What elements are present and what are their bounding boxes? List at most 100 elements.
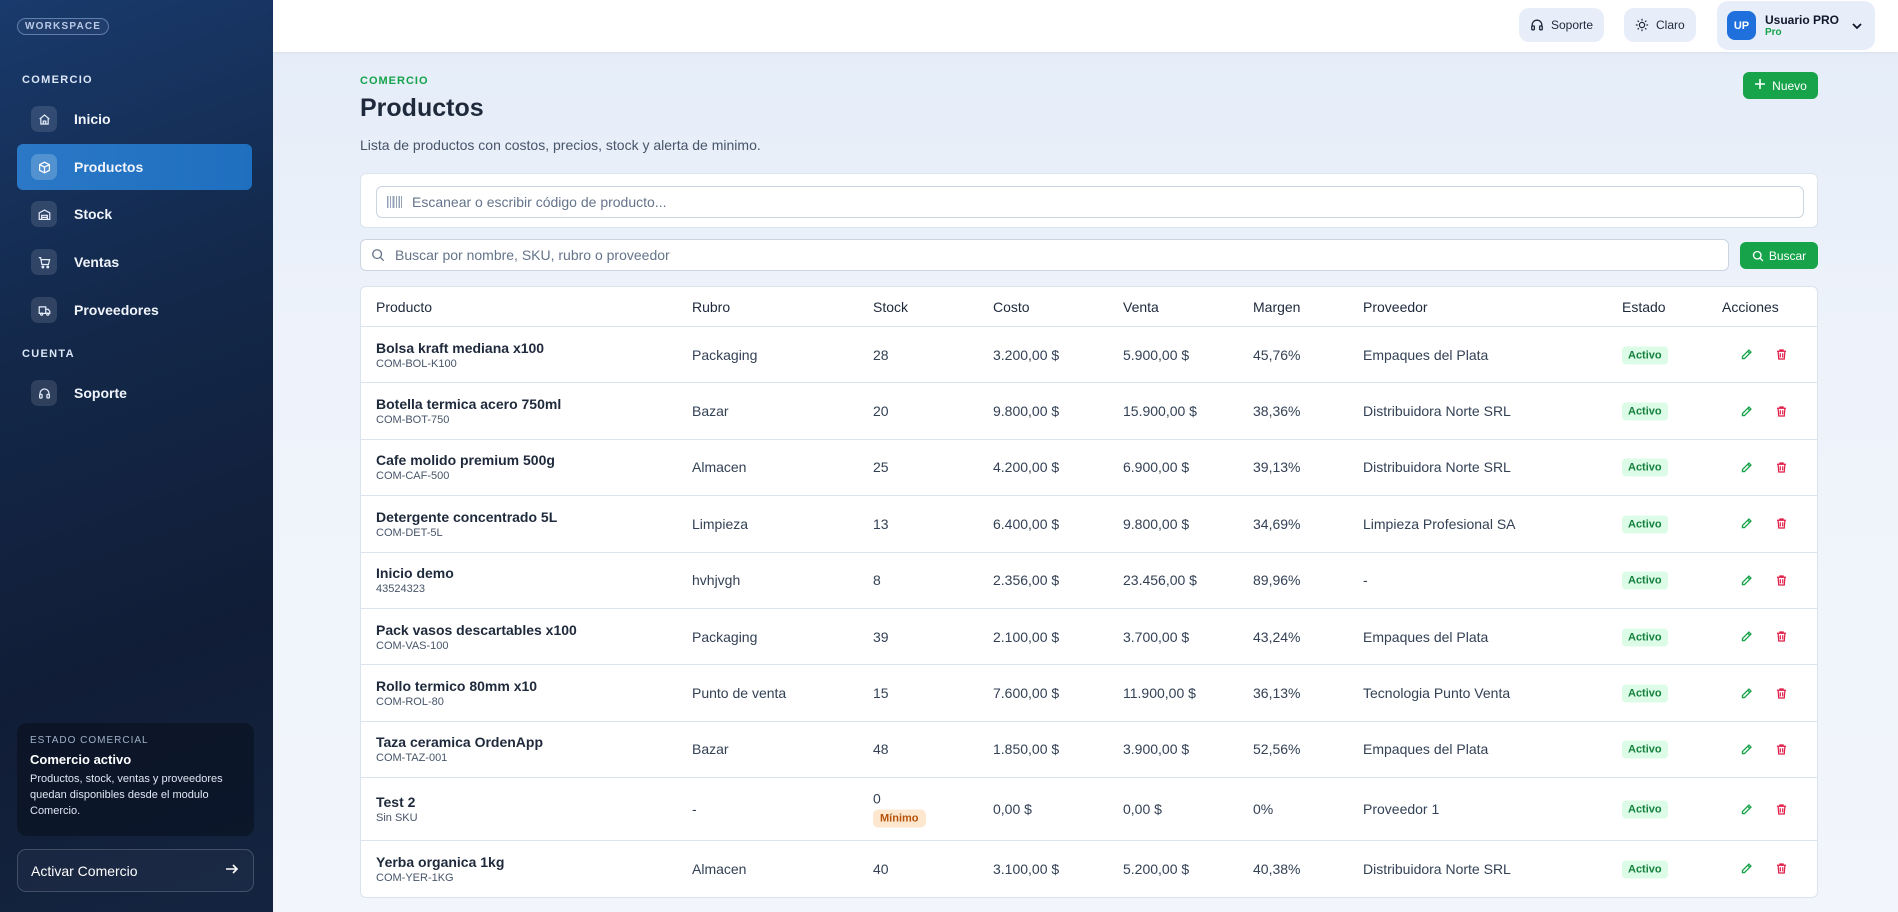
product-name: Botella termica acero 750ml [376,396,562,413]
edit-icon[interactable] [1738,572,1754,588]
proveedor-cell: Proveedor 1 [1363,801,1440,818]
status-cell: Activo [1622,514,1668,534]
venta-cell: 6.900,00 $ [1123,459,1190,476]
search-icon [371,248,385,262]
status-badge: Activo [1622,628,1668,647]
status-description: Productos, stock, ventas y proveedores q… [30,773,223,817]
product-cell: Pack vasos descartables x100 COM-VAS-100 [376,621,577,653]
stock-cell: 13 [873,516,889,532]
scan-placeholder: Escanear o escribir código de producto..… [412,194,667,210]
venta-cell: 11.900,00 $ [1123,685,1196,702]
stock-cell: 15 [873,685,889,701]
trash-icon[interactable] [1773,516,1789,532]
edit-icon[interactable] [1738,459,1754,475]
status-cell: Activo [1622,402,1668,421]
trash-icon[interactable] [1773,861,1789,877]
trash-icon[interactable] [1773,801,1789,817]
column-header: Estado [1622,298,1666,315]
product-name: Detergente concentrado 5L [376,508,558,525]
proveedor-cell: Distribuidora Norte SRL [1363,860,1511,877]
avatar: UP [1727,11,1756,40]
sidebar-item-label: Inicio [74,111,111,127]
sidebar-item-soporte[interactable]: Soporte [17,370,252,416]
cart-icon [31,249,57,275]
barcode-icon [387,196,402,208]
activate-comercio-button[interactable]: Activar Comercio [17,849,254,892]
headset-icon [31,380,57,406]
sidebar-item-inicio[interactable]: Inicio [17,96,252,142]
search-input[interactable]: Buscar por nombre, SKU, rubro o proveedo… [360,239,1729,271]
stock-value: 15 [873,685,889,702]
rubro-cell: Almacen [692,459,747,476]
proveedor-cell: Tecnologia Punto Venta [1363,685,1511,702]
margen-cell: 34,69% [1253,515,1301,532]
trash-icon[interactable] [1773,685,1789,701]
sidebar-item-ventas[interactable]: Ventas [17,239,252,285]
status-badge: Activo [1622,740,1668,759]
edit-icon[interactable] [1738,741,1754,757]
rubro-cell: Packaging [692,628,758,645]
headset-icon [1530,18,1544,32]
column-header: Margen [1253,298,1301,315]
stock-cell: 0 Mínimo [873,791,926,828]
trash-icon[interactable] [1773,572,1789,588]
status-badge: Activo [1622,458,1668,477]
edit-icon[interactable] [1738,685,1754,701]
table-row: Pack vasos descartables x100 COM-VAS-100… [361,607,1817,664]
trash-icon[interactable] [1773,459,1789,475]
theme-toggle-button[interactable]: Claro [1624,8,1696,42]
page-title: Productos [360,94,484,122]
search-button[interactable]: Buscar [1740,242,1818,269]
stock-value: 40 [873,860,889,877]
trash-icon[interactable] [1773,347,1789,363]
column-header: Costo [993,298,1030,315]
stock-cell: 39 [873,629,889,645]
rubro-cell: Packaging [692,346,758,363]
rubro-cell: - [692,801,697,818]
status-cell: Activo [1622,571,1668,590]
trash-icon[interactable] [1773,629,1789,645]
product-name: Test 2 [376,794,416,811]
proveedor-cell: Distribuidora Norte SRL [1363,459,1511,476]
rubro-cell: hvhjvgh [692,572,741,589]
proveedor-cell: Limpieza Profesional SA [1363,515,1516,532]
scan-input[interactable]: Escanear o escribir código de producto..… [376,186,1804,218]
edit-icon[interactable] [1738,403,1754,419]
trash-icon[interactable] [1773,741,1789,757]
product-name: Cafe molido premium 500g [376,452,555,469]
column-header: Producto [376,298,433,315]
edit-icon[interactable] [1738,801,1754,817]
column-header: Stock [873,298,909,315]
home-icon [31,106,57,132]
product-sku: COM-TAZ-001 [376,752,448,765]
sidebar-item-stock[interactable]: Stock [17,191,252,237]
status-badge: Activo [1622,684,1668,703]
product-cell: Rollo termico 80mm x10 COM-ROL-80 [376,677,537,709]
table-row: Test 2 Sin SKU - 0,00 $ 0,00 $ 0% Proveedor 1… [361,777,1817,840]
product-name: Pack vasos descartables x100 [376,621,577,638]
edit-icon[interactable] [1738,347,1754,363]
status-badge: Activo [1622,571,1668,590]
trash-icon[interactable] [1773,403,1789,419]
margen-cell: 45,76% [1253,346,1301,363]
warehouse-icon [31,201,57,227]
sidebar-item-productos[interactable]: Productos [17,144,252,190]
column-header: Rubro [692,298,731,315]
edit-icon[interactable] [1738,629,1754,645]
venta-cell: 9.800,00 $ [1123,515,1190,532]
status-cell: Activo [1622,345,1668,365]
stock-cell: 25 [873,459,889,475]
costo-cell: 6.400,00 $ [993,515,1060,532]
user-menu[interactable]: UP Usuario PRO Pro [1717,1,1875,50]
table-row: Taza ceramica OrdenApp COM-TAZ-001 Bazar 1… [361,720,1817,777]
edit-icon[interactable] [1738,516,1754,532]
column-header: Venta [1123,298,1159,315]
stock-value: 8 [873,572,881,589]
support-button[interactable]: Soporte [1519,8,1605,42]
new-product-button[interactable]: Nuevo [1743,72,1818,99]
sidebar-item-proveedores[interactable]: Proveedores [17,287,252,333]
edit-icon[interactable] [1738,861,1754,877]
margen-cell: 89,96% [1253,572,1301,589]
margen-cell: 43,24% [1253,628,1301,645]
rubro-cell: Punto de venta [692,685,787,702]
